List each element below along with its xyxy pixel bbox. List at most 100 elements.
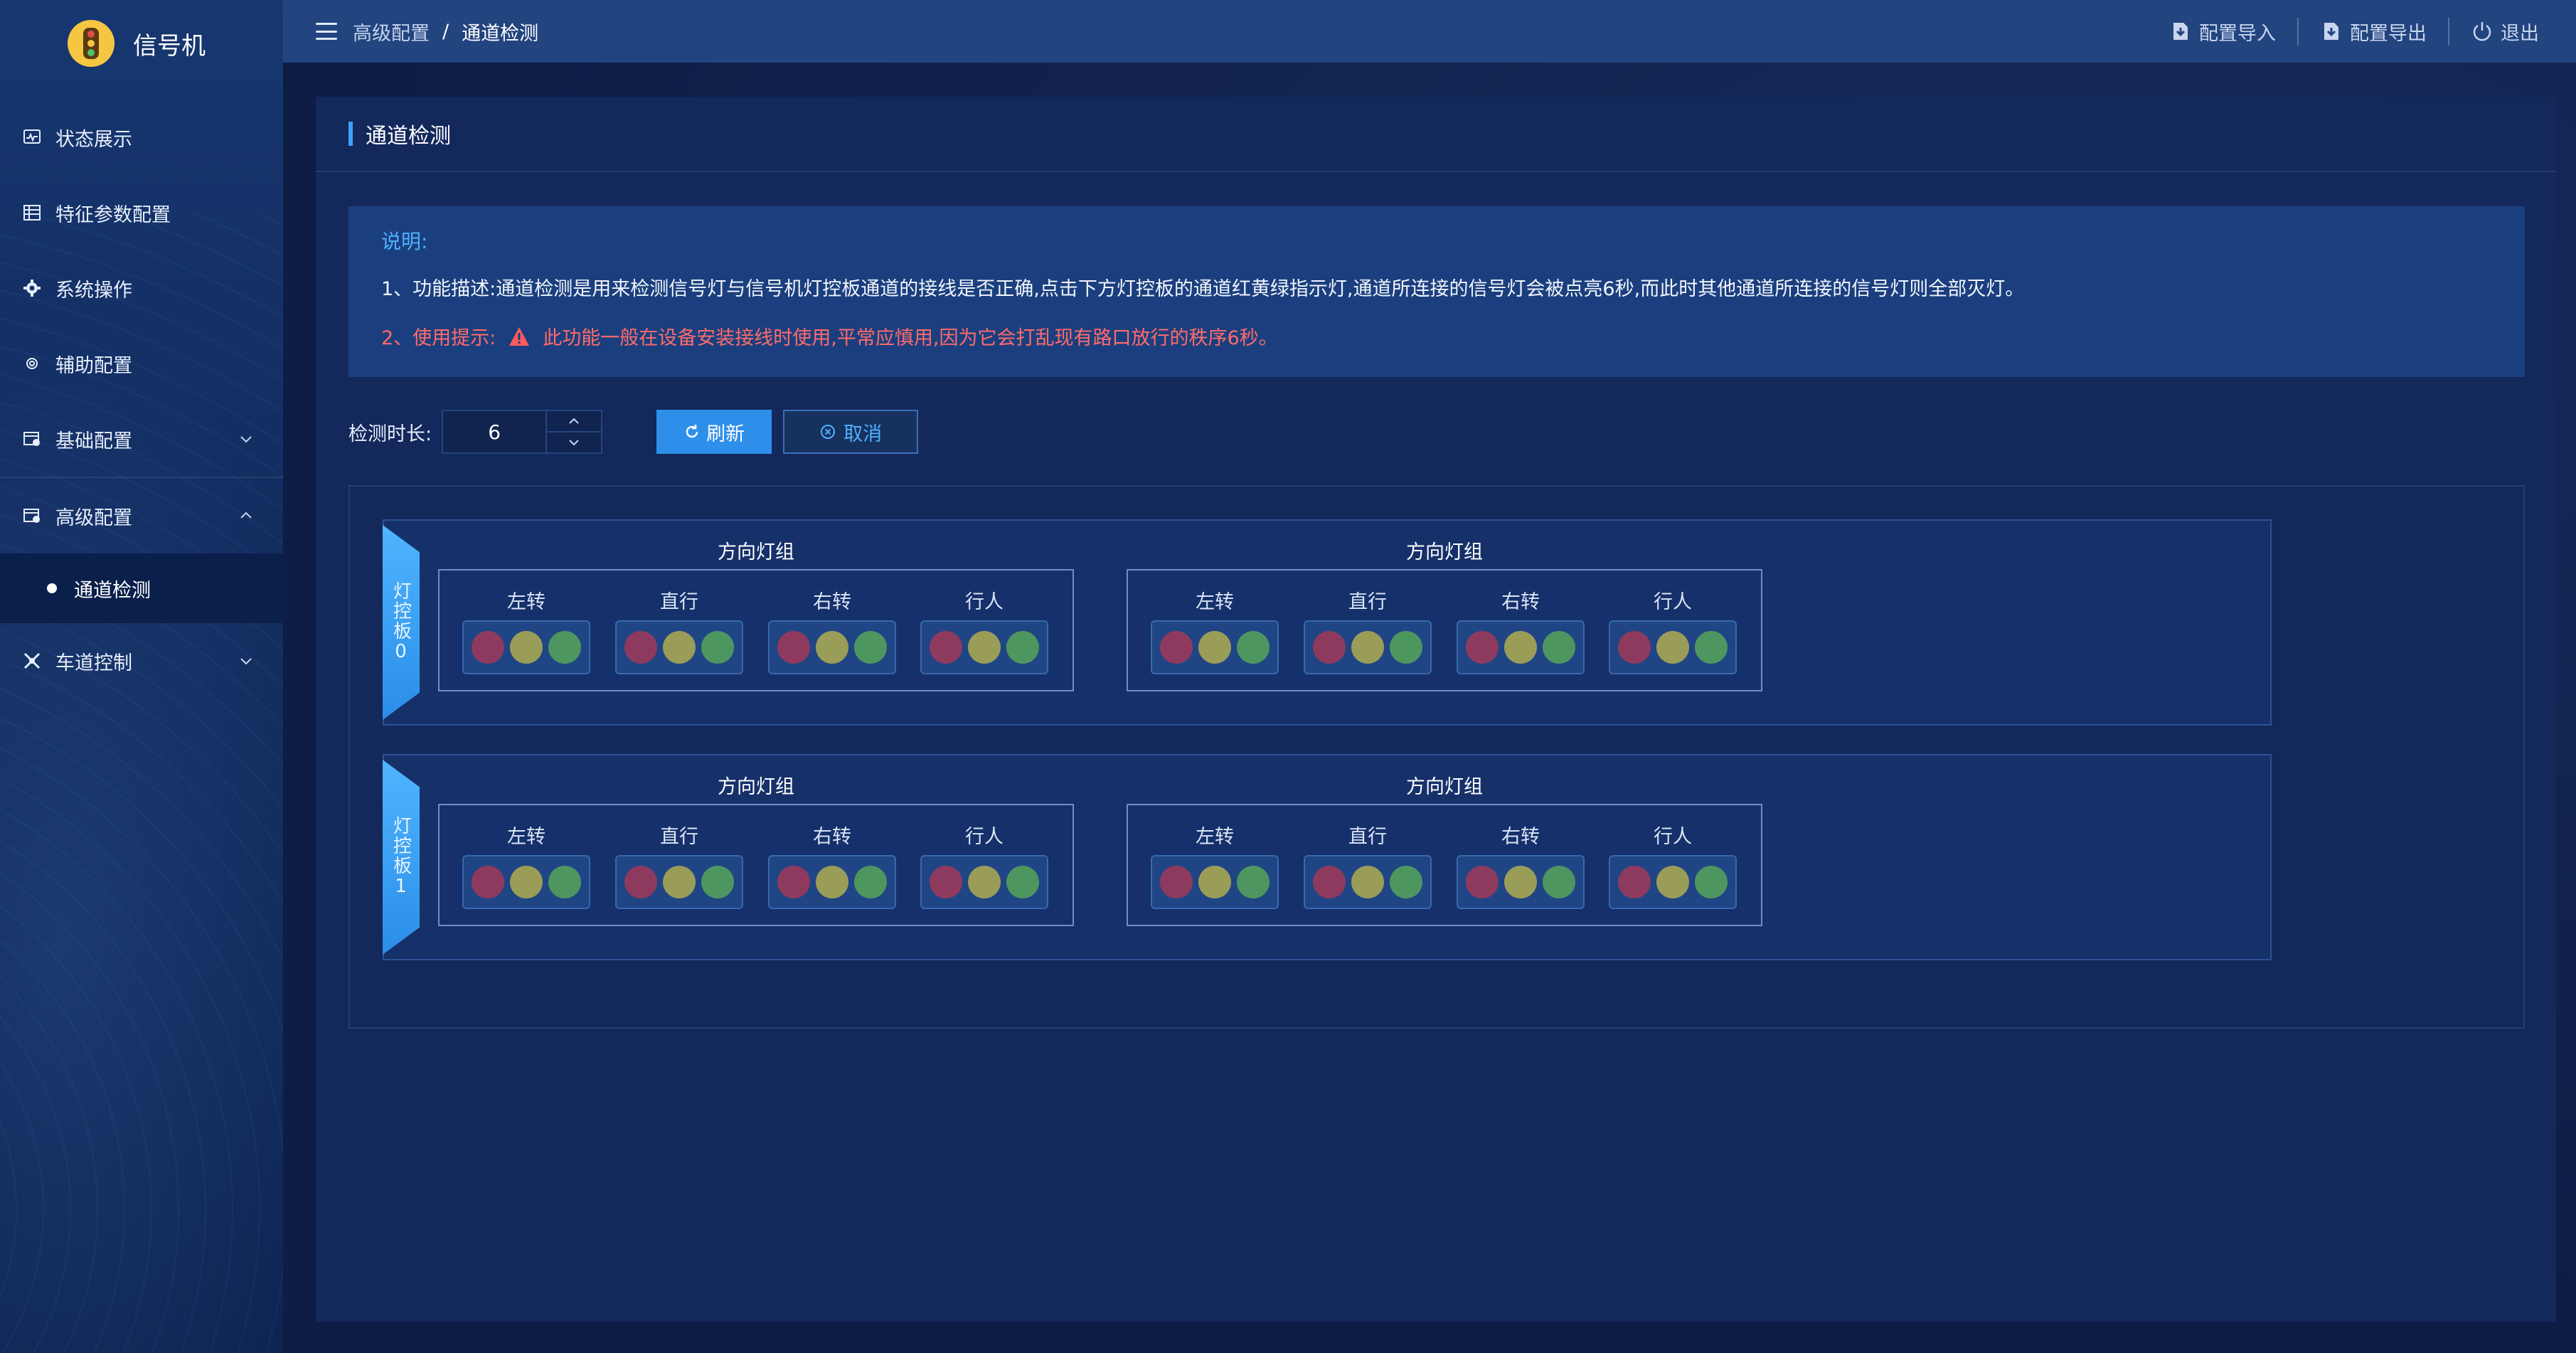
- lane-label: 右转: [1501, 591, 1540, 613]
- green-light[interactable]: [1006, 866, 1039, 898]
- yellow-light[interactable]: [968, 631, 1001, 664]
- yellow-light[interactable]: [1198, 631, 1231, 664]
- sidebar-item-aux-config[interactable]: 辅助配置: [0, 326, 283, 401]
- signal-lights: [462, 855, 590, 909]
- signal-lights: [1304, 855, 1432, 909]
- lane-left-turn: 左转: [1151, 571, 1279, 693]
- yellow-light[interactable]: [1656, 631, 1689, 664]
- red-light[interactable]: [1618, 866, 1651, 898]
- lane-label: 行人: [1654, 826, 1692, 848]
- green-light[interactable]: [1543, 631, 1575, 664]
- red-light[interactable]: [472, 866, 504, 898]
- cancel-button[interactable]: 取消: [783, 410, 919, 454]
- notice-tip-prefix: 2、使用提示:: [381, 327, 496, 349]
- stepper-down-button[interactable]: [547, 431, 602, 452]
- sidebar-item-system-ops[interactable]: 系统操作: [0, 250, 283, 326]
- red-light[interactable]: [777, 631, 810, 664]
- green-light[interactable]: [701, 631, 734, 664]
- red-light[interactable]: [1313, 631, 1346, 664]
- lane-label: 行人: [965, 826, 1004, 848]
- duration-value[interactable]: 6: [443, 411, 545, 452]
- lane-right-turn: 右转: [1457, 571, 1585, 693]
- group-box: 左转 直行 右转 行人: [1127, 569, 1762, 691]
- green-light[interactable]: [548, 631, 581, 664]
- logout-button[interactable]: 退出: [2448, 17, 2560, 46]
- duration-stepper[interactable]: 6: [442, 410, 603, 454]
- red-light[interactable]: [1160, 631, 1193, 664]
- yellow-light[interactable]: [663, 631, 696, 664]
- red-light[interactable]: [1313, 866, 1346, 898]
- red-light[interactable]: [1466, 631, 1499, 664]
- notice-description: 1、功能描述:通道检测是用来检测信号灯与信号机灯控板通道的接线是否正确,点击下方…: [381, 278, 2025, 300]
- refresh-button[interactable]: 刷新: [656, 410, 772, 454]
- boards-container: 灯控板0 方向灯组 左转 直行 右转 行人 方向灯组 左转 直行 右转 行人 灯…: [348, 485, 2525, 1029]
- sidebar-item-lane-control[interactable]: 车道控制: [0, 623, 283, 699]
- config-icon: [21, 428, 43, 450]
- yellow-light[interactable]: [663, 866, 696, 898]
- config-export-label: 配置导出: [2350, 22, 2427, 45]
- lane-label: 右转: [1501, 826, 1540, 848]
- controls-row: 检测时长: 6 刷新 取消: [348, 410, 919, 454]
- lane-straight: 直行: [615, 571, 743, 693]
- green-light[interactable]: [1695, 866, 1728, 898]
- import-icon: [2169, 20, 2192, 43]
- green-light[interactable]: [701, 866, 734, 898]
- red-light[interactable]: [1466, 866, 1499, 898]
- sidebar: 信号机 状态展示 特征参数配置 系统操作 辅助配置 基础配置 高级配置 通道检测…: [0, 0, 283, 1353]
- yellow-light[interactable]: [1656, 866, 1689, 898]
- yellow-light[interactable]: [1198, 866, 1231, 898]
- green-light[interactable]: [1237, 631, 1270, 664]
- green-light[interactable]: [1695, 631, 1728, 664]
- group-box: 左转 直行 右转 行人: [1127, 804, 1762, 926]
- chevron-down-icon: [240, 436, 252, 443]
- sidebar-item-basic-config[interactable]: 基础配置: [0, 401, 283, 477]
- breadcrumb-parent[interactable]: 高级配置: [353, 18, 430, 46]
- red-light[interactable]: [1160, 866, 1193, 898]
- green-light[interactable]: [1237, 866, 1270, 898]
- lane-left-turn: 左转: [1151, 805, 1279, 928]
- green-light[interactable]: [1390, 866, 1422, 898]
- stepper-up-button[interactable]: [547, 411, 601, 431]
- yellow-light[interactable]: [816, 631, 848, 664]
- active-dot-icon: [47, 583, 57, 593]
- red-light[interactable]: [624, 631, 657, 664]
- signal-lights: [768, 855, 896, 909]
- red-light[interactable]: [624, 866, 657, 898]
- yellow-light[interactable]: [1351, 866, 1384, 898]
- signal-lights: [1457, 620, 1585, 674]
- green-light[interactable]: [1006, 631, 1039, 664]
- yellow-light[interactable]: [816, 866, 848, 898]
- notice-warning-line: 2、使用提示: 此功能一般在设备安装接线时使用,平常应慎用,因为它会打乱现有路口…: [381, 322, 2492, 350]
- red-light[interactable]: [930, 631, 962, 664]
- sidebar-subitem-channel-test[interactable]: 通道检测: [0, 553, 283, 623]
- red-light[interactable]: [472, 631, 504, 664]
- yellow-light[interactable]: [1504, 631, 1537, 664]
- sidebar-item-status[interactable]: 状态展示: [0, 100, 283, 175]
- yellow-light[interactable]: [1504, 866, 1537, 898]
- yellow-light[interactable]: [510, 866, 543, 898]
- yellow-light[interactable]: [1351, 631, 1384, 664]
- light-control-board: 灯控板1 方向灯组 左转 直行 右转 行人 方向灯组 左转 直行 右转 行人: [383, 754, 2272, 960]
- group-title: 方向灯组: [718, 776, 794, 798]
- green-light[interactable]: [1543, 866, 1575, 898]
- direction-light-group: 方向灯组 左转 直行 右转 行人: [438, 521, 1074, 706]
- top-actions: 配置导入 配置导出 退出: [2148, 0, 2560, 63]
- chevron-down-icon: [240, 658, 252, 665]
- yellow-light[interactable]: [968, 866, 1001, 898]
- red-light[interactable]: [777, 866, 810, 898]
- sidebar-item-feature-params[interactable]: 特征参数配置: [0, 175, 283, 250]
- green-light[interactable]: [548, 866, 581, 898]
- green-light[interactable]: [1390, 631, 1422, 664]
- green-light[interactable]: [854, 631, 887, 664]
- config-import-button[interactable]: 配置导入: [2148, 18, 2297, 46]
- menu-toggle-icon[interactable]: [316, 23, 337, 40]
- config-export-button[interactable]: 配置导出: [2297, 17, 2448, 46]
- red-light[interactable]: [1618, 631, 1651, 664]
- green-light[interactable]: [854, 866, 887, 898]
- lane-label: 右转: [813, 826, 851, 848]
- sidebar-item-advanced-config[interactable]: 高级配置: [0, 478, 283, 553]
- yellow-light[interactable]: [510, 631, 543, 664]
- red-light[interactable]: [930, 866, 962, 898]
- lane-label: 行人: [1654, 591, 1692, 613]
- monitor-icon: [21, 127, 43, 148]
